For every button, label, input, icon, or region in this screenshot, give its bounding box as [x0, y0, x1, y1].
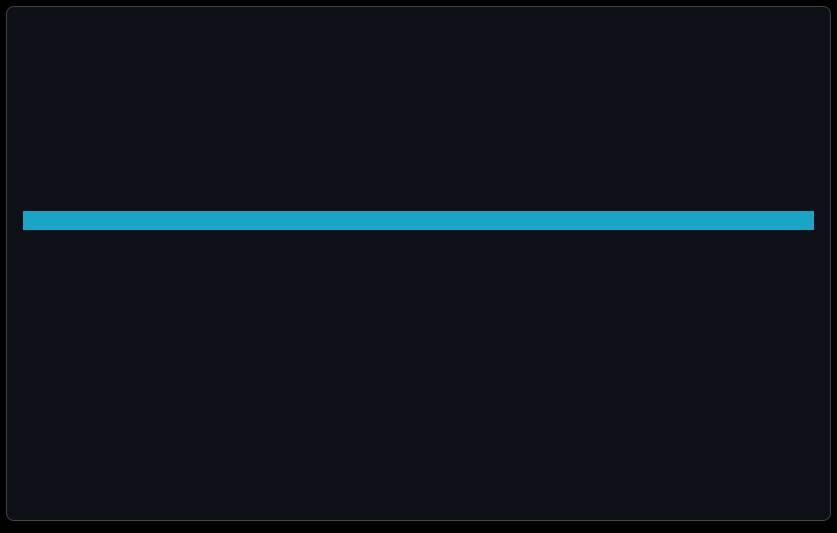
terminal-window	[6, 6, 831, 521]
swp-load-line	[23, 78, 814, 135]
uptime-line	[23, 134, 814, 191]
mem-tasks-line	[23, 21, 814, 78]
footer-bar	[23, 211, 814, 230]
